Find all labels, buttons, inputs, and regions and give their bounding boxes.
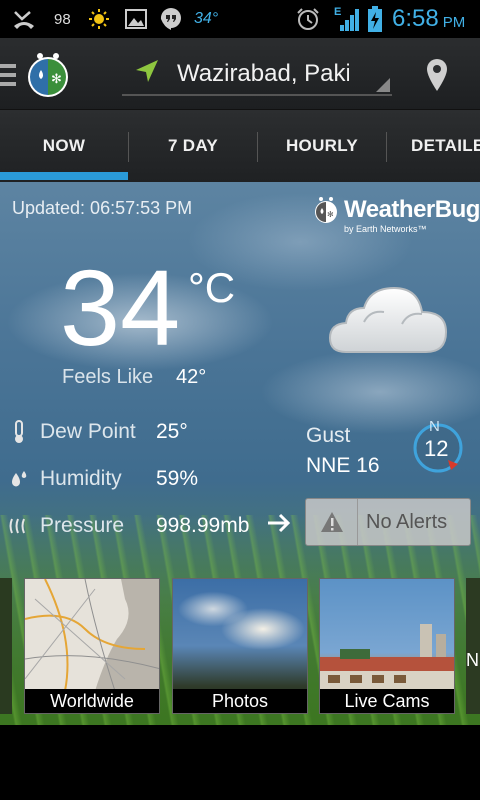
- map-pin-icon[interactable]: [425, 58, 449, 97]
- battery-percent: 98: [54, 10, 71, 28]
- image-icon: [125, 0, 147, 38]
- worldwide-label: Worldwide: [25, 689, 159, 713]
- dew-point-label: Dew Point: [40, 420, 136, 443]
- humidity-value: 59%: [156, 467, 199, 490]
- svg-text:✻: ✻: [51, 72, 62, 87]
- tab-7-day[interactable]: 7 DAY: [129, 110, 257, 182]
- location-name: Wazirabad, Paki: [177, 60, 349, 87]
- photos-thumbnail[interactable]: Photos: [172, 578, 308, 714]
- hangouts-icon: [160, 0, 182, 38]
- feels-like-label: Feels Like: [62, 366, 154, 388]
- gust-label: Gust: [306, 424, 351, 447]
- pressure-trend-arrow-icon: [266, 512, 292, 539]
- missed-call-icon: [12, 0, 36, 38]
- photos-label: Photos: [173, 689, 307, 713]
- pressure-label: Pressure: [40, 514, 125, 537]
- live-cams-thumbnail[interactable]: Live Cams: [319, 578, 455, 714]
- pressure-value: 998.99mb: [156, 514, 250, 537]
- gust-value: NNE 16: [306, 454, 380, 477]
- alerts-button[interactable]: No Alerts: [305, 498, 471, 546]
- alarm-icon: [296, 0, 320, 38]
- location-arrow-icon: [136, 60, 158, 82]
- worldwide-map-thumbnail[interactable]: Worldwide: [24, 578, 160, 714]
- location-selector[interactable]: Wazirabad, Paki: [122, 54, 392, 96]
- svg-text:E: E: [334, 6, 341, 18]
- temperature-unit[interactable]: °C: [188, 264, 235, 312]
- alerts-label: No Alerts: [366, 510, 448, 533]
- weatherbug-logo: ✻ WeatherBug: [312, 196, 480, 224]
- updated-timestamp: Updated: 06:57:53 PM: [12, 198, 193, 218]
- current-temperature: 34: [60, 247, 181, 368]
- strip-edge: [0, 578, 12, 714]
- media-strip: Worldwide Photos Live Cams N: [0, 578, 480, 718]
- thermometer-icon: [8, 420, 30, 444]
- weatherbug-logo-icon: ✻: [315, 197, 337, 223]
- status-ampm: PM: [442, 13, 466, 31]
- cloudy-icon: [328, 278, 450, 363]
- tab-hourly[interactable]: HOURLY: [258, 110, 386, 182]
- bottom-area: [0, 725, 480, 800]
- warning-icon: [306, 499, 358, 545]
- signal-icon: E: [334, 0, 362, 38]
- menu-icon[interactable]: [0, 64, 16, 86]
- dropdown-caret-icon: [376, 78, 390, 92]
- pressure-icon: [8, 514, 30, 538]
- sun-icon: [88, 0, 110, 38]
- current-conditions-panel: Updated: 06:57:53 PM ✻ WeatherBug by Ear…: [0, 182, 480, 725]
- feels-like-value: 42°: [176, 366, 207, 388]
- selected-tab-indicator: [0, 172, 128, 180]
- svg-text:✻: ✻: [327, 210, 334, 219]
- tab-detailed[interactable]: DETAILE: [387, 110, 480, 182]
- dew-point-value: 25°: [156, 420, 188, 443]
- status-temperature: 34°: [194, 10, 219, 27]
- battery-icon: [367, 0, 383, 38]
- weatherbug-app-icon[interactable]: ✻: [24, 50, 72, 98]
- status-bar: 98 34° E 6:58 PM: [0, 0, 480, 38]
- humidity-drops-icon: [8, 467, 30, 491]
- app-bar: ✻ Wazirabad, Paki: [0, 38, 480, 110]
- live-cams-label: Live Cams: [320, 689, 454, 713]
- weatherbug-sub: by Earth Networks™: [344, 224, 427, 234]
- compass-direction: N: [429, 418, 440, 435]
- next-thumbnail-partial[interactable]: [466, 578, 480, 714]
- status-time: 6:58: [392, 5, 439, 32]
- humidity-label: Humidity: [40, 467, 122, 490]
- compass-speed: 12: [424, 436, 449, 461]
- next-thumbnail-label: N: [466, 650, 479, 670]
- weatherbug-brand: WeatherBug: [344, 196, 480, 223]
